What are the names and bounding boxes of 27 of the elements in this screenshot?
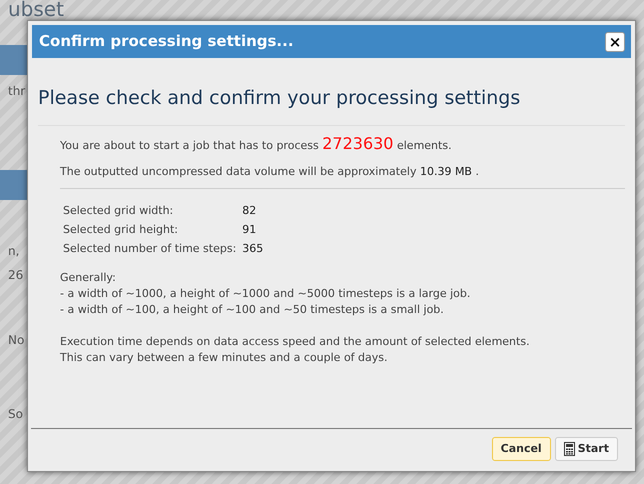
setting-value: 91 (241, 222, 258, 238)
dialog-title: Confirm processing settings... (39, 31, 294, 52)
page-heading: ubset (8, 0, 65, 18)
cancel-button[interactable]: Cancel (492, 437, 551, 461)
note-text: Generally: (60, 270, 117, 286)
note-text: - a width of ~100, a height of ~100 and ~50 timesteps is a small job. (60, 302, 445, 318)
background-bar (0, 170, 30, 200)
background-text: No (8, 332, 24, 349)
info-text: This can vary between a few minutes and a couple of days. (60, 350, 389, 366)
info-text: Execution time depends on data access speed and the amount of selected elements. (60, 334, 531, 350)
setting-value: 365 (241, 240, 264, 256)
background-text: n, (8, 243, 20, 260)
setting-value: 82 (241, 202, 258, 218)
setting-label: Selected grid width: (62, 202, 174, 218)
background-text: 26 (8, 267, 24, 284)
start-button[interactable]: Start (554, 437, 618, 461)
setting-label: Selected grid height: (62, 222, 179, 238)
background-bar (0, 45, 30, 75)
job-message: You are about to start a job that has to process 2723630 elements. (60, 136, 453, 154)
close-button[interactable]: × (605, 32, 625, 52)
note-text: - a width of ~1000, a height of ~1000 and ~5000 timesteps is a large job. (60, 286, 472, 302)
dialog-heading: Please check and confirm your processing settings (38, 84, 625, 126)
background-text: thr (8, 83, 26, 100)
setting-label: Selected number of time steps: (62, 240, 238, 256)
volume-message: The outputted uncompressed data volume will be approximately 10.39 MB . (60, 164, 480, 180)
background-text: So (8, 406, 23, 423)
calculator-icon (564, 442, 575, 456)
